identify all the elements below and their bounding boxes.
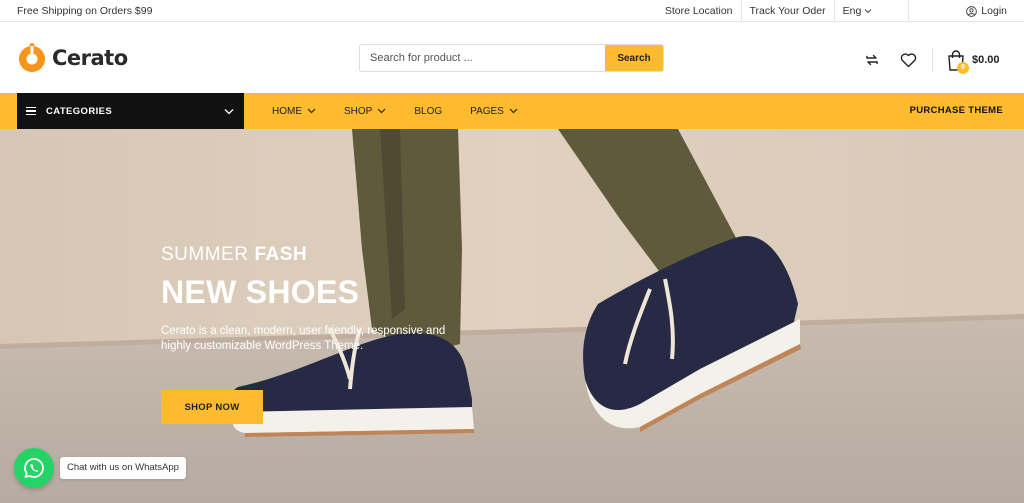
- categories-dropdown[interactable]: CATEGORIES: [17, 93, 244, 129]
- heart-icon[interactable]: [898, 50, 918, 70]
- hero-subtitle-bold: FASH: [254, 244, 308, 265]
- chevron-down-icon: [864, 9, 872, 14]
- nav-item-label: PAGES: [470, 105, 504, 117]
- shop-now-button[interactable]: SHOP NOW: [161, 390, 263, 424]
- search-button[interactable]: Search: [605, 45, 663, 71]
- hero-image: [0, 129, 1024, 503]
- nav-item-pages[interactable]: PAGES: [470, 106, 518, 117]
- whatsapp-chat-label[interactable]: Chat with us on WhatsApp: [60, 457, 186, 479]
- hero-subtitle: SUMMER FASH: [161, 244, 451, 266]
- language-label: Eng: [842, 5, 862, 17]
- nav-menu: HOME SHOP BLOG PAGES: [272, 93, 546, 129]
- chevron-down-icon: [509, 108, 518, 114]
- search-form: Search: [359, 44, 664, 72]
- hero-content: SUMMER FASH NEW SHOES Cerato is a clean,…: [161, 244, 451, 354]
- logo[interactable]: Cerato: [17, 43, 128, 73]
- cart-button[interactable]: 0 $0.00: [947, 49, 1000, 74]
- nav-item-blog[interactable]: BLOG: [414, 106, 442, 117]
- language-select[interactable]: Eng: [833, 0, 909, 22]
- shipping-notice: Free Shipping on Orders $99: [17, 5, 153, 17]
- whatsapp-icon: [24, 458, 44, 478]
- nav-item-home[interactable]: HOME: [272, 106, 316, 117]
- hero-description: Cerato is a clean, modern, user friendly…: [161, 325, 446, 352]
- site-header: Cerato Search 0 $0.00: [0, 22, 1024, 93]
- hero-title: NEW SHOES: [161, 274, 360, 310]
- purchase-theme-link[interactable]: PURCHASE THEME: [910, 105, 1003, 116]
- search-input[interactable]: [360, 45, 605, 71]
- compare-icon[interactable]: [862, 50, 882, 70]
- nav-item-label: BLOG: [414, 105, 443, 117]
- chevron-down-icon: [307, 108, 316, 114]
- track-order-link[interactable]: Track Your Oder: [740, 0, 834, 22]
- header-divider: [932, 48, 933, 72]
- nav-item-label: SHOP: [344, 105, 373, 117]
- chevron-down-icon: [377, 108, 386, 114]
- login-link[interactable]: Login: [908, 0, 1024, 22]
- logo-text: Cerato: [52, 46, 128, 70]
- hero-banner: SUMMER FASH NEW SHOES Cerato is a clean,…: [0, 129, 1024, 503]
- header-actions: 0 $0.00: [862, 48, 1000, 74]
- top-bar-links: Store Location Track Your Oder Eng Login: [657, 0, 1024, 22]
- logo-icon: [19, 43, 45, 72]
- user-icon: [966, 5, 978, 17]
- main-nav: CATEGORIES HOME SHOP BLOG PAGES PURCHASE…: [0, 93, 1024, 129]
- login-label: Login: [981, 5, 1007, 17]
- cart-count-badge: 0: [957, 61, 969, 74]
- top-bar: Free Shipping on Orders $99 Store Locati…: [0, 0, 1024, 22]
- store-location-link[interactable]: Store Location: [657, 0, 741, 22]
- categories-label: CATEGORIES: [46, 105, 113, 117]
- nav-item-label: HOME: [272, 105, 302, 117]
- nav-item-shop[interactable]: SHOP: [344, 106, 386, 117]
- chevron-down-icon: [224, 108, 234, 114]
- hero-subtitle-light: SUMMER: [161, 244, 249, 265]
- whatsapp-button[interactable]: [14, 448, 54, 488]
- menu-icon: [26, 106, 36, 116]
- cart-total: $0.00: [972, 54, 1000, 66]
